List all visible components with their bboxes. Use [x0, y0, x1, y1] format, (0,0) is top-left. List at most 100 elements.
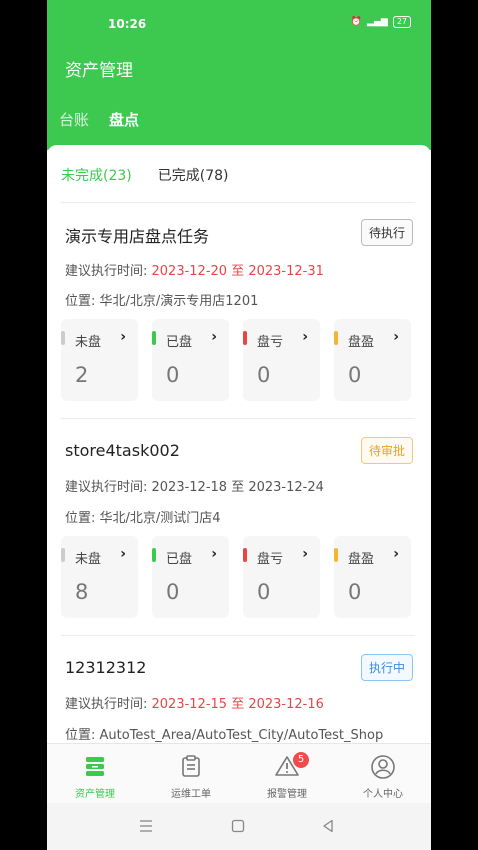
stat-value: 0	[166, 580, 180, 604]
divider	[61, 635, 415, 636]
date-label: 建议执行时间:	[65, 697, 152, 712]
chevron-right-icon: ›	[120, 329, 126, 345]
stat-value: 0	[166, 363, 180, 387]
stat-label: 已盘	[166, 335, 193, 350]
nav-label: 个人中心	[363, 789, 403, 800]
date-label: 建议执行时间:	[65, 264, 152, 279]
stat-value: 0	[348, 363, 362, 387]
nav-work-orders[interactable]: 运维工单	[143, 744, 239, 804]
nav-label: 资产管理	[75, 789, 115, 800]
profile-icon	[371, 755, 395, 779]
task-location: 位置: AutoTest_Area/AutoTest_City/AutoTest…	[65, 728, 384, 743]
alarm-icon: ⏰	[350, 17, 363, 27]
chevron-right-icon: ›	[393, 546, 399, 562]
task-date: 建议执行时间: 2023-12-15 至 2023-12-16	[65, 693, 324, 712]
task-name: 12312312	[65, 658, 147, 677]
task-location: 位置: 华北/北京/演示专用店1201	[65, 294, 259, 309]
stat-label: 未盘	[75, 335, 102, 350]
divider	[61, 202, 415, 203]
task-name: store4task002	[65, 441, 180, 460]
nav-label: 运维工单	[171, 789, 211, 800]
top-tabs: 台账 盘点	[59, 109, 139, 130]
date-sep: 至	[227, 264, 249, 279]
asset-icon	[86, 757, 104, 776]
chevron-right-icon: ›	[393, 329, 399, 345]
stat-loss[interactable]: 盘亏 › 0	[243, 319, 320, 401]
nav-asset-management[interactable]: 资产管理	[47, 744, 143, 804]
chevron-right-icon: ›	[211, 546, 217, 562]
system-nav-bar	[47, 803, 431, 850]
date-start: 2023-12-18	[151, 480, 228, 495]
stat-bar	[334, 548, 338, 562]
stats-row: 未盘 › 8 已盘 › 0 盘亏 › 0 盘盈 › 0	[61, 536, 411, 618]
stat-value: 0	[348, 580, 362, 604]
tab-completed[interactable]: 已完成(78)	[158, 165, 229, 185]
stat-bar	[152, 548, 156, 562]
task-list-panel: 未完成(23) 已完成(78) 演示专用店盘点任务 待执行 建议执行时间: 20…	[47, 145, 431, 743]
nav-label: 报警管理	[267, 789, 307, 800]
date-start: 2023-12-20	[151, 264, 228, 279]
tab-ledger[interactable]: 台账	[59, 109, 89, 130]
nav-alarms[interactable]: 5 报警管理	[239, 744, 335, 804]
date-label: 建议执行时间:	[65, 480, 152, 495]
alarm-count-badge: 5	[293, 752, 309, 768]
stat-value: 8	[75, 580, 89, 604]
task-name: 演示专用店盘点任务	[65, 227, 210, 246]
stat-uncounted[interactable]: 未盘 › 8	[61, 536, 138, 618]
stat-gain[interactable]: 盘盈 › 0	[334, 319, 411, 401]
task-date: 建议执行时间: 2023-12-20 至 2023-12-31	[65, 260, 324, 279]
stat-label: 盘亏	[257, 552, 284, 567]
stat-loss[interactable]: 盘亏 › 0	[243, 536, 320, 618]
date-sep: 至	[227, 480, 249, 495]
stat-bar	[243, 548, 247, 562]
signal-icon: ▂▄▆	[367, 17, 388, 27]
stat-bar	[334, 331, 338, 345]
sub-tabs: 未完成(23) 已完成(78)	[61, 165, 229, 185]
date-end: 2023-12-31	[248, 264, 324, 279]
divider	[61, 418, 415, 419]
stat-value: 2	[75, 363, 89, 387]
stat-counted[interactable]: 已盘 › 0	[152, 536, 229, 618]
stat-uncounted[interactable]: 未盘 › 2	[61, 319, 138, 401]
date-end: 2023-12-16	[248, 697, 324, 712]
task-date: 建议执行时间: 2023-12-18 至 2023-12-24	[65, 476, 324, 495]
status-badge: 待审批	[360, 437, 413, 464]
home-icon[interactable]	[231, 819, 245, 833]
page-title: 资产管理	[65, 61, 133, 81]
bottom-nav: 资产管理 运维工单 5 报警管理 个人中心	[47, 743, 431, 804]
tab-inventory[interactable]: 盘点	[109, 109, 139, 130]
date-sep: 至	[227, 697, 249, 712]
chevron-right-icon: ›	[120, 546, 126, 562]
stat-counted[interactable]: 已盘 › 0	[152, 319, 229, 401]
app-header: 资产管理 台账 盘点	[47, 38, 431, 150]
phone-screen: 10:26 ⏰ ▂▄▆ 27 资产管理 台账 盘点 未完成(23) 已完成(78…	[47, 0, 431, 850]
stat-bar	[152, 331, 156, 345]
workorder-icon	[182, 755, 200, 777]
chevron-right-icon: ›	[211, 329, 217, 345]
date-start: 2023-12-15	[151, 697, 228, 712]
menu-icon[interactable]	[139, 819, 153, 833]
stat-bar	[61, 331, 65, 345]
stat-gain[interactable]: 盘盈 › 0	[334, 536, 411, 618]
stat-label: 盘盈	[348, 335, 375, 350]
stat-label: 未盘	[75, 552, 102, 567]
status-badge: 执行中	[360, 654, 413, 681]
stat-label: 盘盈	[348, 552, 375, 567]
stat-label: 已盘	[166, 552, 193, 567]
date-end: 2023-12-24	[248, 480, 324, 495]
status-badge: 待执行	[360, 219, 413, 246]
stats-row: 未盘 › 2 已盘 › 0 盘亏 › 0 盘盈 › 0	[61, 319, 411, 401]
tab-incomplete[interactable]: 未完成(23)	[61, 165, 132, 185]
stat-label: 盘亏	[257, 335, 284, 350]
stat-value: 0	[257, 363, 271, 387]
status-bar: 10:26 ⏰ ▂▄▆ 27	[47, 0, 431, 38]
chevron-right-icon: ›	[302, 546, 308, 562]
status-icons: ⏰ ▂▄▆ 27	[351, 16, 411, 28]
stat-bar	[243, 331, 247, 345]
task-location: 位置: 华北/北京/测试门店4	[65, 511, 221, 526]
stat-value: 0	[257, 580, 271, 604]
back-icon[interactable]	[321, 819, 335, 833]
chevron-right-icon: ›	[302, 329, 308, 345]
nav-profile[interactable]: 个人中心	[335, 744, 431, 804]
battery-icon: 27	[392, 16, 411, 28]
